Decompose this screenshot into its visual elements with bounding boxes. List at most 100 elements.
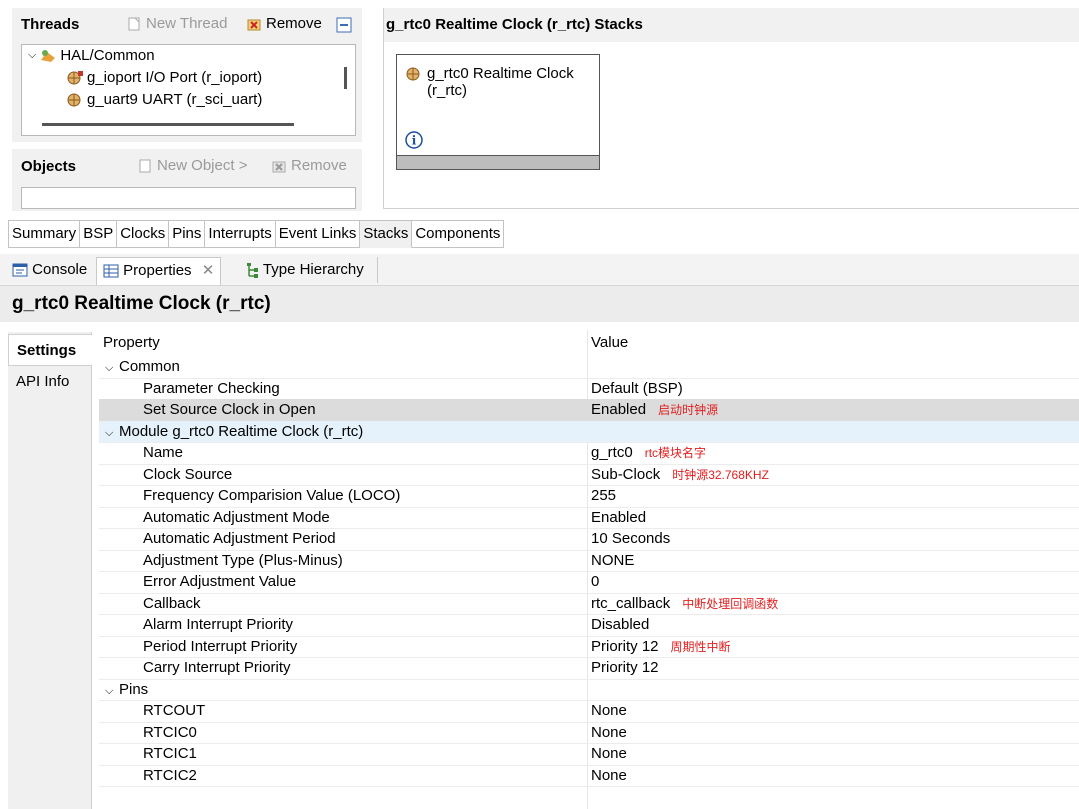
property-value-text: 255 (591, 487, 617, 504)
property-name: Frequency Comparision Value (LOCO) (143, 485, 400, 506)
property-value[interactable]: Priority 12 周期性中断 (591, 636, 731, 658)
tab-summary[interactable]: Summary (8, 220, 81, 248)
property-value-text: None (591, 723, 627, 741)
horizontal-scrollbar[interactable] (42, 123, 294, 126)
table-group-row[interactable]: ⌵ Common (99, 356, 1079, 379)
table-row[interactable]: Alarm Interrupt Priority Disabled (99, 614, 1079, 637)
tab-pins[interactable]: Pins (169, 220, 206, 248)
property-value-text: Enabled (591, 508, 647, 526)
property-value-text: Disabled (591, 616, 650, 633)
new-object-label: New Object > (157, 157, 248, 175)
new-object-icon (137, 157, 153, 174)
property-value-text: Priority 12 (591, 659, 659, 676)
chevron-down-icon[interactable]: ⌵ (105, 423, 119, 444)
table-row[interactable]: RTCIC2 None (99, 765, 1079, 787)
property-value[interactable]: 10 Seconds (591, 528, 670, 549)
remove-icon (271, 157, 287, 174)
property-value[interactable]: None (591, 700, 627, 721)
table-row[interactable]: Frequency Comparision Value (LOCO) 255 (99, 485, 1079, 508)
new-thread-label: New Thread (146, 15, 228, 33)
tab-properties-label: Properties (123, 262, 192, 279)
tab-clocks[interactable]: Clocks (117, 220, 170, 248)
stack-module-box[interactable]: g_rtc0 Realtime Clock (r_rtc) i (396, 54, 600, 170)
objects-list[interactable] (21, 187, 356, 209)
tab-interrupts[interactable]: Interrupts (205, 220, 276, 248)
property-value[interactable]: g_rtc0 rtc模块名字 (591, 442, 706, 464)
folder-gear-icon (39, 47, 57, 64)
property-name: ⌵ Module g_rtc0 Realtime Clock (r_rtc) (105, 421, 363, 444)
tree-item-ioport[interactable]: g_ioport I/O Port (r_ioport) (66, 69, 262, 86)
property-value[interactable]: None (591, 722, 627, 743)
chevron-down-icon[interactable]: ⌵ (28, 49, 36, 62)
threads-tree[interactable]: ⌵ HAL/Common g_ioport I/O Port (r_ioport… (21, 44, 356, 136)
table-row[interactable]: Name g_rtc0 rtc模块名字 (99, 442, 1079, 465)
property-value[interactable]: Disabled (591, 614, 649, 635)
tab-bsp[interactable]: BSP (80, 220, 118, 248)
remove-thread-button[interactable]: Remove (246, 15, 322, 32)
tab-event-links[interactable]: Event Links (275, 220, 361, 248)
property-value-text: None (591, 766, 627, 784)
property-value[interactable]: rtc_callback 中断处理回调函数 (591, 593, 778, 615)
table-row[interactable]: Error Adjustment Value 0 (99, 571, 1079, 594)
info-icon[interactable]: i (405, 131, 423, 153)
table-row[interactable]: Set Source Clock in Open Enabled 启动时钟源 (99, 399, 1079, 422)
property-name: Error Adjustment Value (143, 571, 296, 592)
chevron-down-icon[interactable]: ⌵ (105, 681, 119, 702)
annotation-note: rtc模块名字 (644, 446, 707, 460)
tab-stacks[interactable]: Stacks (360, 220, 413, 248)
tab-type-hierarchy[interactable]: Type Hierarchy (239, 257, 370, 283)
table-row[interactable]: RTCOUT None (99, 700, 1079, 723)
property-value[interactable]: None (591, 743, 627, 764)
remove-object-button[interactable]: Remove (271, 157, 347, 174)
property-value[interactable]: Default (BSP) (591, 378, 683, 399)
table-row[interactable]: Callback rtc_callback 中断处理回调函数 (99, 593, 1079, 615)
tab-properties[interactable]: Properties ✕ (96, 257, 222, 285)
svg-text:i: i (412, 134, 417, 148)
tab-divider (377, 257, 378, 283)
table-group-row[interactable]: ⌵ Module g_rtc0 Realtime Clock (r_rtc) (99, 420, 1079, 444)
tab-components[interactable]: Components (412, 220, 505, 248)
property-value[interactable]: None (591, 765, 627, 786)
remove-thread-label: Remove (266, 15, 322, 33)
property-name: Callback (143, 593, 201, 614)
table-row[interactable]: Period Interrupt Priority Priority 12 周期性中… (99, 636, 1079, 658)
property-value-text: Sub-Clock (591, 465, 661, 483)
property-value-text: 10 Seconds (591, 530, 671, 547)
vertical-scrollbar[interactable] (344, 67, 347, 89)
property-value[interactable]: 0 (591, 571, 599, 592)
table-row[interactable]: Automatic Adjustment Mode Enabled (99, 507, 1079, 529)
collapse-all-icon[interactable] (336, 17, 352, 37)
table-row[interactable]: RTCIC0 None (99, 722, 1079, 744)
hierarchy-icon (245, 261, 263, 279)
chevron-down-icon[interactable]: ⌵ (105, 358, 119, 379)
table-row[interactable]: Parameter Checking Default (BSP) (99, 378, 1079, 400)
properties-title: g_rtc0 Realtime Clock (r_rtc) (12, 293, 271, 314)
table-row[interactable]: Adjustment Type (Plus-Minus) NONE (99, 550, 1079, 572)
table-row[interactable]: Automatic Adjustment Period 10 Seconds (99, 528, 1079, 551)
close-icon[interactable]: ✕ (202, 262, 215, 279)
property-value[interactable]: 255 (591, 485, 616, 506)
table-group-row[interactable]: ⌵ Pins (99, 679, 1079, 702)
table-row[interactable]: RTCIC1 None (99, 743, 1079, 766)
tree-item-uart9[interactable]: g_uart9 UART (r_sci_uart) (66, 91, 262, 108)
table-row[interactable]: Clock Source Sub-Clock 时钟源32.768KHZ (99, 464, 1079, 486)
property-value[interactable]: Enabled 启动时钟源 (591, 399, 718, 421)
new-object-button[interactable]: New Object > (137, 157, 247, 174)
property-value[interactable]: Priority 12 (591, 657, 659, 678)
property-value[interactable]: Enabled (591, 507, 646, 528)
property-name-text: Automatic Adjustment Period (143, 530, 336, 547)
tab-console[interactable]: Console (6, 257, 93, 283)
new-thread-button[interactable]: New Thread (126, 15, 227, 32)
property-value[interactable]: Sub-Clock 时钟源32.768KHZ (591, 464, 769, 486)
tab-api-info[interactable]: API Info (8, 366, 91, 398)
property-name: Name (143, 442, 183, 463)
property-name-text: RTCIC0 (143, 723, 197, 741)
module-gear-icon (405, 65, 421, 99)
property-name-text: Common (119, 358, 180, 375)
tree-item-hal-common[interactable]: ⌵ HAL/Common (28, 47, 155, 64)
table-row[interactable]: Carry Interrupt Priority Priority 12 (99, 657, 1079, 680)
property-name: Automatic Adjustment Period (143, 528, 336, 549)
remove-object-label: Remove (291, 157, 347, 175)
property-value[interactable]: NONE (591, 550, 634, 571)
tab-settings[interactable]: Settings (8, 334, 92, 366)
